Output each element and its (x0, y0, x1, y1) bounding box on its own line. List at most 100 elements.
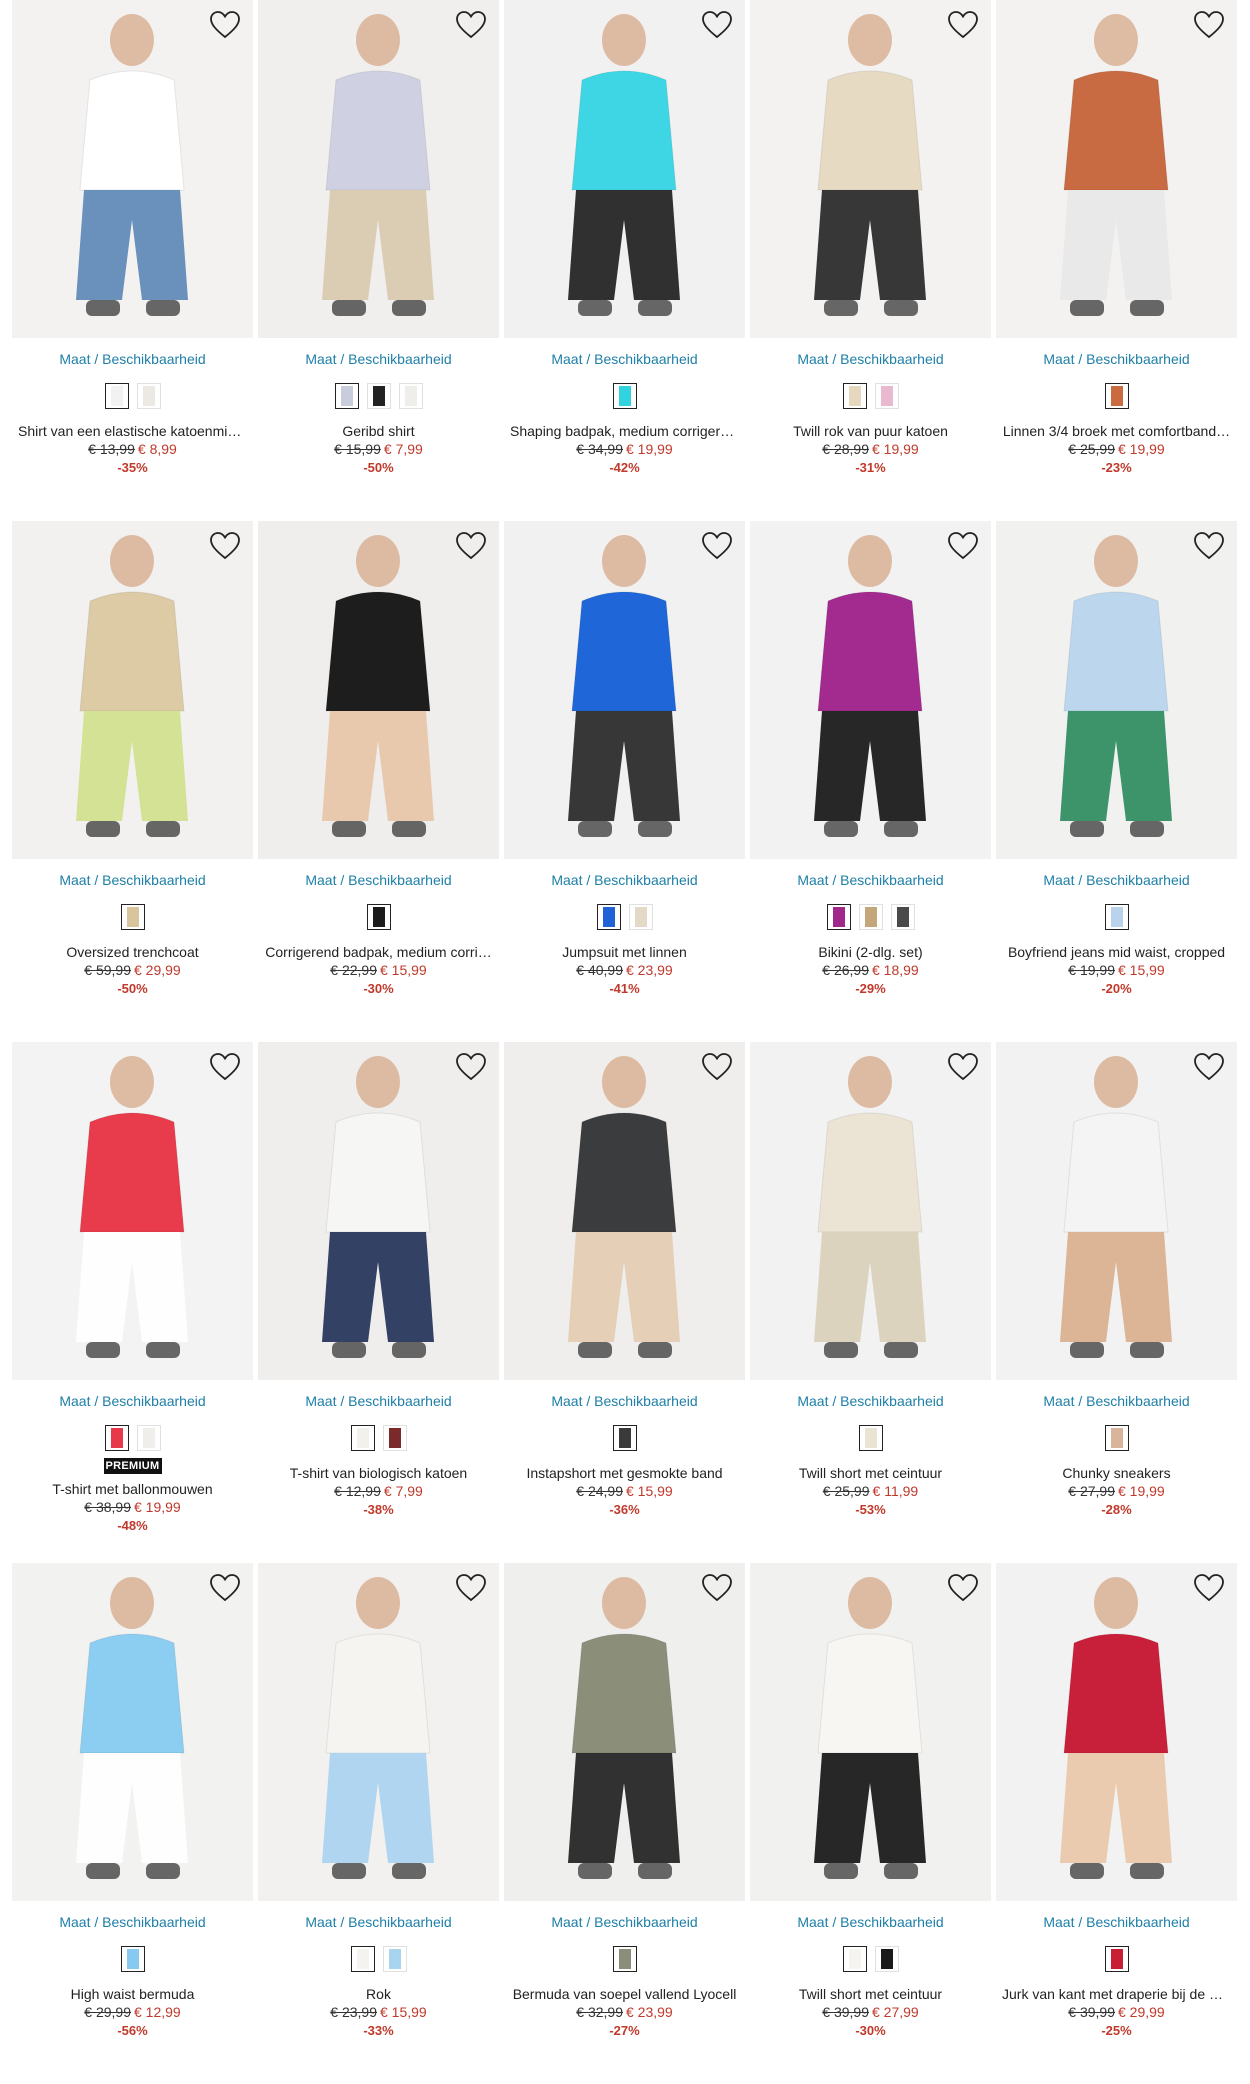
size-availability-link[interactable]: Maat / Beschikbaarheid (504, 350, 745, 368)
size-availability-link[interactable]: Maat / Beschikbaarheid (996, 871, 1237, 889)
product-title[interactable]: Corrigerend badpak, medium corri… (258, 943, 499, 961)
wishlist-heart-icon[interactable] (947, 1573, 979, 1603)
product-title[interactable]: Twill rok van puur katoen (750, 422, 991, 440)
product-image[interactable] (750, 1042, 991, 1380)
wishlist-heart-icon[interactable] (209, 10, 241, 40)
wishlist-heart-icon[interactable] (701, 10, 733, 40)
color-swatch[interactable] (136, 383, 161, 409)
product-title[interactable]: Geribd shirt (258, 422, 499, 440)
product-title[interactable]: Linnen 3/4 broek met comfortband… (996, 422, 1237, 440)
product-title[interactable]: Chunky sneakers (996, 1464, 1237, 1482)
color-swatch[interactable] (104, 383, 129, 409)
color-swatch[interactable] (826, 904, 851, 930)
size-availability-link[interactable]: Maat / Beschikbaarheid (258, 1392, 499, 1410)
product-image[interactable] (504, 1042, 745, 1380)
color-swatch[interactable] (334, 383, 359, 409)
color-swatch[interactable] (398, 383, 423, 409)
wishlist-heart-icon[interactable] (947, 1052, 979, 1082)
size-availability-link[interactable]: Maat / Beschikbaarheid (12, 1392, 253, 1410)
color-swatch[interactable] (120, 1946, 145, 1972)
product-image[interactable] (996, 1042, 1237, 1380)
wishlist-heart-icon[interactable] (455, 1052, 487, 1082)
product-title[interactable]: High waist bermuda (12, 1985, 253, 2003)
product-title[interactable]: T-shirt met ballonmouwen (12, 1480, 253, 1498)
size-availability-link[interactable]: Maat / Beschikbaarheid (996, 1913, 1237, 1931)
product-image[interactable] (258, 1042, 499, 1380)
product-title[interactable]: Jurk van kant met draperie bij de m… (996, 1985, 1237, 2003)
color-swatch[interactable] (612, 1946, 637, 1972)
color-swatch[interactable] (842, 1946, 867, 1972)
product-image[interactable] (12, 1042, 253, 1380)
product-card[interactable]: Maat / Beschikbaarheid T-shirt van biolog… (258, 1042, 499, 1563)
product-image[interactable] (258, 521, 499, 859)
color-swatch[interactable] (874, 1946, 899, 1972)
size-availability-link[interactable]: Maat / Beschikbaarheid (750, 1913, 991, 1931)
color-swatch[interactable] (628, 904, 653, 930)
product-image[interactable] (750, 1563, 991, 1901)
product-title[interactable]: Rok (258, 1985, 499, 2003)
color-swatch[interactable] (612, 1425, 637, 1451)
size-availability-link[interactable]: Maat / Beschikbaarheid (750, 871, 991, 889)
color-swatch[interactable] (858, 904, 883, 930)
size-availability-link[interactable]: Maat / Beschikbaarheid (258, 350, 499, 368)
color-swatch[interactable] (120, 904, 145, 930)
color-swatch[interactable] (612, 383, 637, 409)
color-swatch[interactable] (366, 383, 391, 409)
product-image[interactable] (258, 0, 499, 338)
color-swatch[interactable] (874, 383, 899, 409)
wishlist-heart-icon[interactable] (947, 531, 979, 561)
color-swatch[interactable] (366, 904, 391, 930)
product-card[interactable]: Maat / Beschikbaarheid Shirt van een elas… (12, 0, 253, 521)
wishlist-heart-icon[interactable] (209, 1052, 241, 1082)
product-card[interactable]: Maat / Beschikbaarheid Jurk van kant met … (996, 1563, 1237, 2084)
size-availability-link[interactable]: Maat / Beschikbaarheid (12, 871, 253, 889)
wishlist-heart-icon[interactable] (1193, 1052, 1225, 1082)
product-card[interactable]: Maat / Beschikbaarheid Linnen 3/4 broek m… (996, 0, 1237, 521)
product-card[interactable]: Maat / Beschikbaarheid Jumpsuit met linne… (504, 521, 745, 1042)
product-card[interactable]: Maat / Beschikbaarheid Bermuda van soepel… (504, 1563, 745, 2084)
wishlist-heart-icon[interactable] (455, 10, 487, 40)
product-image[interactable] (996, 521, 1237, 859)
product-title[interactable]: Jumpsuit met linnen (504, 943, 745, 961)
color-swatch[interactable] (1104, 904, 1129, 930)
size-availability-link[interactable]: Maat / Beschikbaarheid (258, 1913, 499, 1931)
color-swatch[interactable] (596, 904, 621, 930)
product-card[interactable]: Maat / Beschikbaarheid Geribd shirt € 15,9… (258, 0, 499, 521)
product-title[interactable]: Instapshort met gesmokte band (504, 1464, 745, 1482)
product-title[interactable]: Oversized trenchcoat (12, 943, 253, 961)
product-card[interactable]: Maat / Beschikbaarheid Twill rok van puur… (750, 0, 991, 521)
color-swatch[interactable] (1104, 383, 1129, 409)
size-availability-link[interactable]: Maat / Beschikbaarheid (504, 1392, 745, 1410)
product-image[interactable] (258, 1563, 499, 1901)
product-title[interactable]: Bermuda van soepel vallend Lyocell (504, 1985, 745, 2003)
wishlist-heart-icon[interactable] (455, 531, 487, 561)
product-title[interactable]: Shirt van een elastische katoenmix … (12, 422, 253, 440)
size-availability-link[interactable]: Maat / Beschikbaarheid (258, 871, 499, 889)
product-title[interactable]: Twill short met ceintuur (750, 1464, 991, 1482)
product-image[interactable] (12, 521, 253, 859)
product-title[interactable]: Shaping badpak, medium corrigerend (504, 422, 745, 440)
color-swatch[interactable] (136, 1425, 161, 1451)
product-image[interactable] (750, 521, 991, 859)
size-availability-link[interactable]: Maat / Beschikbaarheid (750, 350, 991, 368)
product-title[interactable]: Bikini (2-dlg. set) (750, 943, 991, 961)
color-swatch[interactable] (858, 1425, 883, 1451)
color-swatch[interactable] (350, 1425, 375, 1451)
product-card[interactable]: Maat / Beschikbaarheid Twill short met ce… (750, 1563, 991, 2084)
wishlist-heart-icon[interactable] (455, 1573, 487, 1603)
size-availability-link[interactable]: Maat / Beschikbaarheid (996, 350, 1237, 368)
wishlist-heart-icon[interactable] (209, 531, 241, 561)
product-card[interactable]: Maat / Beschikbaarheid High waist bermuda… (12, 1563, 253, 2084)
color-swatch[interactable] (350, 1946, 375, 1972)
product-title[interactable]: Twill short met ceintuur (750, 1985, 991, 2003)
product-image[interactable] (750, 0, 991, 338)
product-image[interactable] (12, 1563, 253, 1901)
wishlist-heart-icon[interactable] (701, 1052, 733, 1082)
product-image[interactable] (996, 0, 1237, 338)
product-card[interactable]: Maat / Beschikbaarheid Bikini (2-dlg. set… (750, 521, 991, 1042)
color-swatch[interactable] (1104, 1425, 1129, 1451)
wishlist-heart-icon[interactable] (701, 1573, 733, 1603)
product-title[interactable]: Boyfriend jeans mid waist, cropped (996, 943, 1237, 961)
product-image[interactable] (504, 521, 745, 859)
color-swatch[interactable] (1104, 1946, 1129, 1972)
